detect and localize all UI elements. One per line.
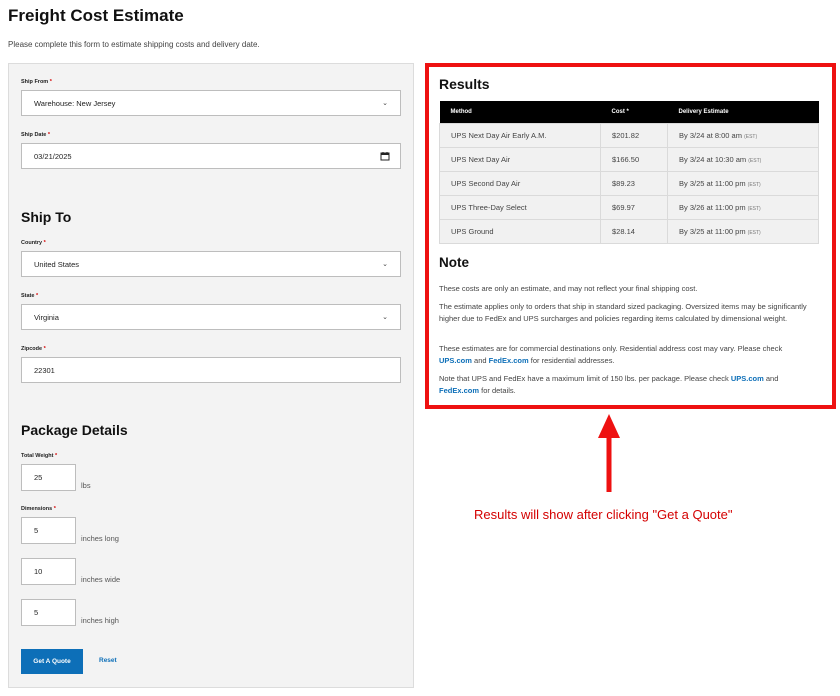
zipcode-input[interactable]: 22301 [21,357,401,383]
dimensions-label: Dimensions * [21,506,56,512]
state-select[interactable]: Virginia ⌄ [21,304,401,330]
weight-input[interactable]: 25 [21,464,76,491]
table-row: UPS Three-Day Select $69.97 By 3/26 at 1… [439,194,819,220]
height-input[interactable]: 5 [21,599,76,626]
note-paragraph: These estimates are for commercial desti… [439,344,783,365]
width-unit: inches wide [81,575,121,584]
ups-link[interactable]: UPS.com [439,356,472,365]
ship-to-heading: Ship To [21,209,72,225]
chevron-down-icon: ⌄ [382,261,388,268]
method-cell: UPS Second Day Air [439,170,601,196]
page-intro: Please complete this form to estimate sh… [8,40,260,49]
length-value: 5 [34,526,39,535]
required-mark: * [35,293,39,299]
country-label: Country * [21,240,46,246]
state-label: State * [21,293,39,299]
country-select[interactable]: United States ⌄ [21,251,401,277]
weight-value: 25 [34,473,43,482]
results-title: Results [439,76,490,92]
timezone-label: (EST) [744,133,758,140]
required-mark: * [43,240,46,246]
total-weight-label: Total Weight * [21,453,58,459]
freight-form: Ship From * Warehouse: New Jersey ⌄ Ship… [8,63,414,688]
results-table: Method Cost * Delivery Estimate UPS Next… [439,101,819,244]
cost-cell: $201.82 [600,122,668,148]
chevron-down-icon: ⌄ [382,100,388,107]
method-cell: UPS Next Day Air [439,146,601,172]
required-mark: * [49,79,52,85]
cost-cell: $28.14 [600,218,668,244]
method-header: Method [439,101,601,123]
reset-link[interactable]: Reset [99,657,117,664]
cost-cell: $166.50 [600,146,668,172]
timezone-label: (EST) [748,157,762,164]
timezone-label: (EST) [747,181,761,188]
height-unit: inches high [81,616,119,625]
zipcode-label: Zipcode * [21,346,46,352]
delivery-cell: By 3/26 at 11:00 pm (EST) [667,194,819,220]
timezone-label: (EST) [747,205,761,212]
method-cell: UPS Three-Day Select [439,194,601,220]
height-value: 5 [34,608,39,617]
table-row: UPS Ground $28.14 By 3/25 at 11:00 pm (E… [439,218,819,244]
cost-cell: $89.23 [600,170,668,196]
package-details-heading: Package Details [21,422,128,438]
ship-date-input[interactable]: 03/21/2025 [21,143,401,169]
state-value: Virginia [34,312,59,322]
method-cell: UPS Ground [439,218,601,244]
table-row: UPS Next Day Air $166.50 By 3/24 at 10:3… [439,146,819,172]
weight-unit: lbs [81,481,91,490]
get-a-quote-button[interactable]: Get A Quote [21,649,83,674]
delivery-header: Delivery Estimate [667,101,819,123]
zipcode-value: 22301 [34,365,55,375]
width-input[interactable]: 10 [21,558,76,585]
fedex-link[interactable]: FedEx.com [439,386,479,395]
delivery-cell: By 3/24 at 10:30 am (EST) [667,146,819,172]
country-value: United States [34,259,80,269]
page-title: Freight Cost Estimate [8,6,184,25]
ship-from-label: Ship From * [21,79,52,85]
delivery-cell: By 3/25 at 11:00 pm (EST) [667,170,819,196]
length-input[interactable]: 5 [21,517,76,544]
delivery-cell: By 3/25 at 11:00 pm (EST) [667,218,819,244]
annotation-caption: Results will show after clicking "Get a … [474,507,733,522]
cost-cell: $69.97 [600,194,668,220]
length-unit: inches long [81,534,119,543]
ship-from-value: Warehouse: New Jersey [34,98,116,108]
table-header-row: Method Cost * Delivery Estimate [439,101,819,123]
table-row: UPS Next Day Air Early A.M. $201.82 By 3… [439,122,819,148]
chevron-down-icon: ⌄ [382,314,388,321]
results-panel: Results Method Cost * Delivery Estimate … [425,63,836,409]
required-mark: * [47,132,51,138]
arrow-up-icon [598,414,620,492]
delivery-cell: By 3/24 at 8:00 am (EST) [667,122,819,148]
timezone-label: (EST) [747,229,761,236]
ups-link[interactable]: UPS.com [731,374,764,383]
note-title: Note [439,255,469,270]
calendar-icon[interactable] [380,151,390,161]
cost-header: Cost * [600,101,668,123]
ship-date-label: Ship Date * [21,132,51,138]
width-value: 10 [34,567,43,576]
required-mark: * [53,506,56,512]
required-mark: * [55,453,58,459]
required-mark: * [43,346,46,352]
note-paragraph: The estimate applies only to orders that… [439,302,807,323]
note-paragraph: Note that UPS and FedEx have a maximum l… [439,374,779,395]
ship-date-value: 03/21/2025 [34,151,72,161]
fedex-link[interactable]: FedEx.com [489,356,529,365]
ship-from-select[interactable]: Warehouse: New Jersey ⌄ [21,90,401,116]
table-row: UPS Second Day Air $89.23 By 3/25 at 11:… [439,170,819,196]
method-cell: UPS Next Day Air Early A.M. [439,122,601,148]
note-paragraph: These costs are only an estimate, and ma… [439,284,698,293]
